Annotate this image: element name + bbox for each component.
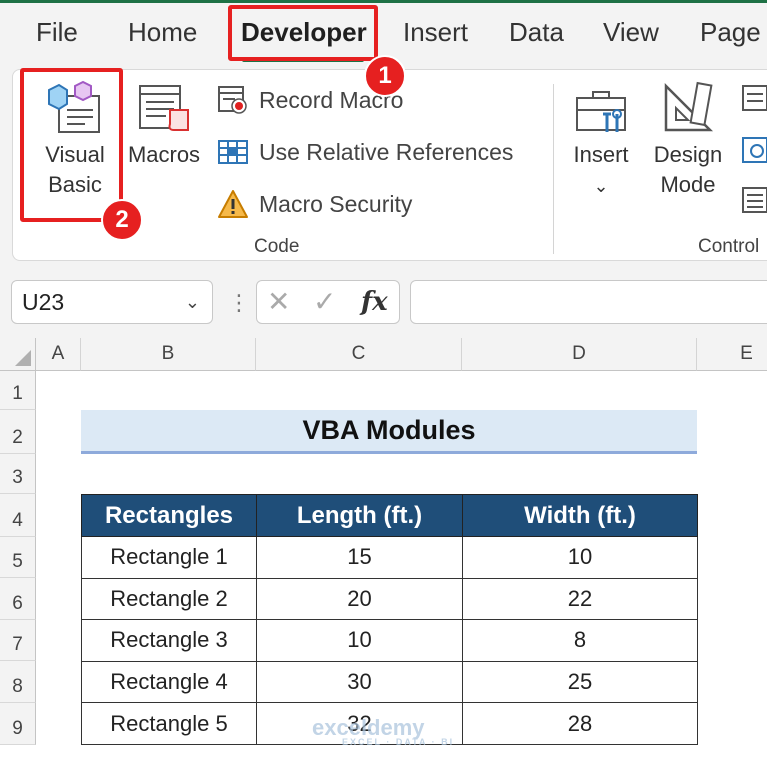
developer-tab-highlight bbox=[228, 5, 378, 61]
formula-buttons: ✕ ✓ fx bbox=[256, 280, 400, 324]
design-mode-label-1: Design bbox=[653, 142, 723, 167]
row-header-4[interactable]: 4 bbox=[0, 494, 36, 537]
macro-security-button[interactable]: Macro Security bbox=[217, 184, 412, 224]
table-cell[interactable]: 10 bbox=[256, 619, 463, 662]
row-header-2[interactable]: 2 bbox=[0, 410, 36, 454]
formula-bar: U23 ⌄ ⋮ ✕ ✓ fx bbox=[0, 268, 767, 338]
table-cell[interactable]: Rectangle 5 bbox=[81, 702, 257, 745]
column-header-e[interactable]: E bbox=[697, 338, 767, 371]
table-cell[interactable]: 20 bbox=[256, 577, 463, 621]
insert-controls-label: Insert bbox=[573, 142, 629, 167]
header-rectangles[interactable]: Rectangles bbox=[81, 494, 257, 537]
use-relative-references-button[interactable]: Use Relative References bbox=[217, 132, 513, 172]
properties-icon[interactable] bbox=[741, 84, 767, 112]
column-header-a[interactable]: A bbox=[36, 338, 81, 371]
table-cell[interactable]: 25 bbox=[462, 660, 698, 704]
macros-label: Macros bbox=[127, 142, 201, 167]
tab-page[interactable]: Page bbox=[700, 17, 761, 48]
record-macro-icon bbox=[218, 86, 247, 114]
column-header-d[interactable]: D bbox=[462, 338, 697, 371]
table-cell[interactable]: 28 bbox=[462, 702, 698, 745]
design-mode-label-2: Mode bbox=[660, 172, 716, 197]
table-row: Rectangle 1 15 10 bbox=[81, 536, 698, 579]
row-header-8[interactable]: 8 bbox=[0, 661, 36, 703]
enter-icon[interactable]: ✓ bbox=[313, 285, 336, 318]
cancel-icon[interactable]: ✕ bbox=[267, 285, 290, 318]
table-row: Rectangle 3 10 8 bbox=[81, 619, 698, 662]
row-header-6[interactable]: 6 bbox=[0, 578, 36, 620]
watermark-subtext: EXCEL · DATA · BI bbox=[342, 737, 455, 747]
row-header-9[interactable]: 9 bbox=[0, 703, 36, 745]
column-header-c[interactable]: C bbox=[256, 338, 462, 371]
table-cell[interactable]: 22 bbox=[462, 577, 698, 621]
tab-insert[interactable]: Insert bbox=[403, 17, 468, 48]
worksheet-grid: A B C D E 1 2 3 4 5 6 7 8 9 VBA Modules … bbox=[0, 338, 767, 764]
header-width[interactable]: Width (ft.) bbox=[462, 494, 698, 537]
macros-button[interactable]: Macros bbox=[123, 80, 205, 170]
table-cell[interactable]: Rectangle 2 bbox=[81, 577, 257, 621]
drag-handle-icon[interactable]: ⋮ bbox=[228, 290, 250, 316]
name-box-value: U23 bbox=[22, 289, 65, 315]
controls-group-label: Control bbox=[698, 236, 760, 257]
insert-function-icon[interactable]: fx bbox=[361, 287, 388, 317]
run-dialog-icon[interactable] bbox=[741, 186, 767, 214]
visual-basic-highlight bbox=[20, 68, 123, 222]
tab-home[interactable]: Home bbox=[128, 17, 197, 48]
table-cell[interactable]: Rectangle 1 bbox=[81, 536, 257, 579]
row-header-1[interactable]: 1 bbox=[0, 371, 36, 410]
group-separator bbox=[553, 84, 554, 254]
row-header-7[interactable]: 7 bbox=[0, 620, 36, 661]
table-cell[interactable]: Rectangle 4 bbox=[81, 660, 257, 704]
insert-dropdown-chevron: ⌄ bbox=[593, 176, 609, 196]
table-row: Rectangle 2 20 22 bbox=[81, 577, 698, 621]
warning-icon bbox=[218, 190, 248, 218]
header-length[interactable]: Length (ft.) bbox=[256, 494, 463, 537]
row-header-5[interactable]: 5 bbox=[0, 537, 36, 578]
tab-data[interactable]: Data bbox=[509, 17, 564, 48]
rectangles-table: Rectangles Length (ft.) Width (ft.) Rect… bbox=[81, 494, 698, 745]
insert-controls-button[interactable]: Insert ⌄ bbox=[563, 84, 639, 201]
toolbox-icon bbox=[576, 91, 626, 132]
table-cell[interactable]: 8 bbox=[462, 619, 698, 662]
select-all-corner[interactable] bbox=[0, 338, 36, 371]
view-code-icon[interactable] bbox=[741, 136, 767, 164]
formula-input[interactable] bbox=[410, 280, 767, 324]
row-header-3[interactable]: 3 bbox=[0, 454, 36, 494]
column-header-b[interactable]: B bbox=[81, 338, 256, 371]
macros-icon bbox=[139, 85, 189, 131]
table-cell[interactable]: 10 bbox=[462, 536, 698, 579]
macro-security-label: Macro Security bbox=[259, 190, 413, 217]
tab-view[interactable]: View bbox=[603, 17, 659, 48]
step-1-badge: 1 bbox=[364, 55, 406, 97]
ribbon-tab-bar: File Home Developer Insert Data View Pag… bbox=[0, 3, 767, 63]
table-cell[interactable]: Rectangle 3 bbox=[81, 619, 257, 662]
chevron-down-icon[interactable]: ⌄ bbox=[185, 281, 200, 323]
relative-references-icon bbox=[218, 140, 248, 164]
tab-file[interactable]: File bbox=[36, 17, 78, 48]
sheet-title[interactable]: VBA Modules bbox=[81, 410, 697, 454]
name-box[interactable]: U23 ⌄ bbox=[11, 280, 213, 324]
table-row: Rectangle 4 30 25 bbox=[81, 660, 698, 704]
design-mode-icon bbox=[664, 81, 714, 132]
table-cell[interactable]: 30 bbox=[256, 660, 463, 704]
use-relative-references-label: Use Relative References bbox=[259, 138, 514, 165]
step-2-badge: 2 bbox=[101, 199, 143, 241]
watermark: exceldemy EXCEL · DATA · BI bbox=[312, 715, 454, 747]
design-mode-button[interactable]: Design Mode bbox=[647, 80, 729, 200]
table-cell[interactable]: 15 bbox=[256, 536, 463, 579]
code-group-label: Code bbox=[254, 236, 300, 257]
